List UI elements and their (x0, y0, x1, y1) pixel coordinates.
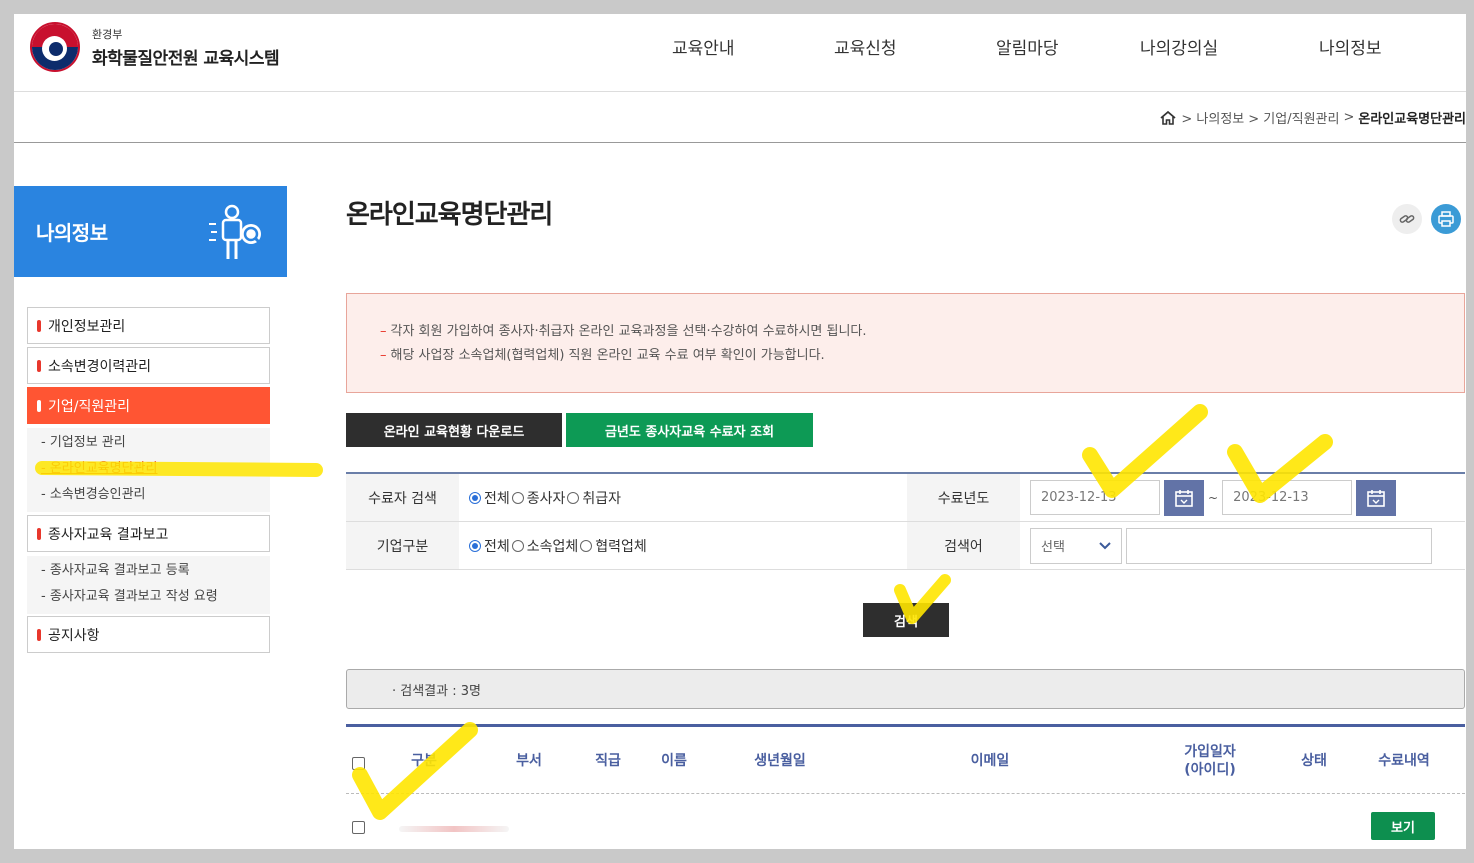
col-status: 상태 (1301, 752, 1327, 769)
date-to-input[interactable]: 2023-12-13 (1222, 480, 1353, 515)
site-header: 환경부 화학물질안전원 교육시스템 교육안내 교육신청 알림마당 나의강의실 나… (14, 14, 1466, 92)
col-birthdate: 생년월일 (754, 752, 806, 769)
print-button[interactable] (1431, 204, 1461, 234)
sidebar-item-label: 개인정보관리 (48, 318, 126, 335)
notice-line-1: – 각자 회원 가입하여 종사자·취급자 온라인 교육과정을 선택·수강하여 수료… (380, 324, 867, 339)
home-icon[interactable] (1159, 110, 1177, 126)
nav-my-info[interactable]: 나의정보 (1319, 34, 1382, 59)
col-name: 이름 (661, 752, 687, 769)
sub-item-company-info[interactable]: - 기업정보 관리 (27, 430, 270, 456)
col-position: 직급 (595, 752, 621, 769)
breadcrumb-bar: > 나의정보 > 기업/직원관리 > 온라인교육명단관리 (14, 92, 1466, 143)
breadcrumb-sep: > (1343, 110, 1355, 125)
keyword-type-select[interactable]: 선택 (1030, 527, 1122, 564)
nav-notice-board[interactable]: 알림마당 (996, 34, 1059, 59)
sidebar-submenu-company: - 기업정보 관리 - 온라인교육명단관리 - 소속변경승인관리 (27, 428, 270, 512)
label-company-type: 기업구분 (346, 522, 459, 569)
sidebar-item-label: 기업/직원관리 (48, 398, 130, 415)
printer-icon (1438, 211, 1454, 227)
site-logo[interactable]: 환경부 화학물질안전원 교육시스템 (30, 22, 280, 72)
redacted-content (399, 826, 509, 832)
label-completer-search: 수료자 검색 (346, 474, 459, 521)
radio-completer-all[interactable]: 전체 (469, 488, 510, 508)
keyword-input[interactable] (1126, 527, 1432, 564)
col-join-date: 가입일자 (아이디) (1184, 743, 1236, 778)
col-completion: 수료내역 (1378, 752, 1430, 769)
chevron-down-icon (1099, 541, 1111, 549)
label-completion-year: 수료년도 (907, 474, 1020, 521)
col-category: 구분 (411, 752, 437, 769)
result-table-header: 구분 부서 직급 이름 생년월일 이메일 가입일자 (아이디) 상태 수료내역 (346, 724, 1465, 794)
sub-item-online-roster[interactable]: - 온라인교육명단관리 (27, 456, 270, 482)
breadcrumb-current: 온라인교육명단관리 (1358, 112, 1466, 127)
search-form: 수료자 검색 전체 종사자 취급자 수료년도 2023-12-13 ~ 2023… (346, 472, 1465, 570)
date-from-calendar-button[interactable] (1164, 479, 1204, 516)
sidebar-item-affiliation-history[interactable]: 소속변경이력관리 (27, 347, 270, 384)
search-button[interactable]: 검색 (863, 603, 949, 637)
date-to-calendar-button[interactable] (1356, 479, 1397, 516)
breadcrumb: > 나의정보 > 기업/직원관리 > 온라인교육명단관리 (1159, 108, 1466, 127)
notice-line-2: – 해당 사업장 소속업체(협력업체) 직원 온라인 교육 수료 여부 확인이 가… (380, 348, 825, 363)
calendar-icon (1367, 489, 1385, 507)
sidebar-item-company-staff[interactable]: 기업/직원관리 (27, 387, 270, 424)
col-email: 이메일 (970, 752, 1010, 769)
sub-item-affiliation-approval[interactable]: - 소속변경승인관리 (27, 482, 270, 508)
sidebar-item-personal-info[interactable]: 개인정보관리 (27, 307, 270, 344)
view-completion-button[interactable]: 보기 (1371, 812, 1435, 840)
sidebar-item-label: 공지사항 (48, 627, 100, 644)
nav-my-classroom[interactable]: 나의강의실 (1140, 34, 1218, 59)
radio-company-partner[interactable]: 협력업체 (580, 536, 647, 556)
sidebar-item-label: 소속변경이력관리 (48, 358, 152, 375)
radio-company-all[interactable]: 전체 (469, 536, 510, 556)
calendar-icon (1175, 489, 1193, 507)
nav-education-guide[interactable]: 교육안내 (672, 34, 735, 59)
radio-company-affiliate[interactable]: 소속업체 (511, 536, 578, 556)
radio-completer-worker[interactable]: 종사자 (511, 488, 565, 508)
logo-ministry: 환경부 (92, 27, 123, 41)
government-emblem-icon (30, 22, 80, 72)
breadcrumb-company[interactable]: > 기업/직원관리 (1248, 108, 1339, 127)
search-result-summary: · 검색결과 : 3명 (346, 669, 1465, 709)
person-search-icon (209, 204, 263, 259)
sidebar-item-notice[interactable]: 공지사항 (27, 616, 270, 653)
logo-title: 화학물질안전원 교육시스템 (92, 48, 280, 69)
select-all-checkbox[interactable] (352, 757, 365, 770)
col-department: 부서 (516, 752, 542, 769)
link-icon (1399, 215, 1415, 223)
breadcrumb-my-info[interactable]: > 나의정보 (1181, 108, 1244, 127)
notice-box: – 각자 회원 가입하여 종사자·취급자 온라인 교육과정을 선택·수강하여 수료… (346, 293, 1465, 393)
sub-item-report-register[interactable]: - 종사자교육 결과보고 등록 (27, 558, 270, 584)
nav-education-apply[interactable]: 교육신청 (834, 34, 897, 59)
date-from-input[interactable]: 2023-12-13 (1030, 480, 1160, 515)
sidebar-item-worker-report[interactable]: 종사자교육 결과보고 (27, 515, 270, 552)
download-status-button[interactable]: 온라인 교육현황 다운로드 (346, 413, 562, 447)
label-keyword: 검색어 (907, 522, 1020, 569)
sidebar-header: 나의정보 (14, 186, 287, 277)
radio-completer-handler[interactable]: 취급자 (567, 488, 621, 508)
link-copy-button[interactable] (1392, 204, 1422, 234)
date-range-separator: ~ (1208, 490, 1219, 505)
current-year-lookup-button[interactable]: 금년도 종사자교육 수료자 조회 (566, 413, 813, 447)
page: 환경부 화학물질안전원 교육시스템 교육안내 교육신청 알림마당 나의강의실 나… (14, 14, 1466, 849)
sidebar-item-label: 종사자교육 결과보고 (48, 526, 169, 543)
sidebar-title: 나의정보 (36, 221, 108, 245)
sidebar-submenu-report: - 종사자교육 결과보고 등록 - 종사자교육 결과보고 작성 요령 (27, 556, 270, 614)
row-checkbox[interactable] (352, 821, 365, 834)
sub-item-report-guide[interactable]: - 종사자교육 결과보고 작성 요령 (27, 584, 270, 610)
page-title: 온라인교육명단관리 (346, 200, 553, 230)
